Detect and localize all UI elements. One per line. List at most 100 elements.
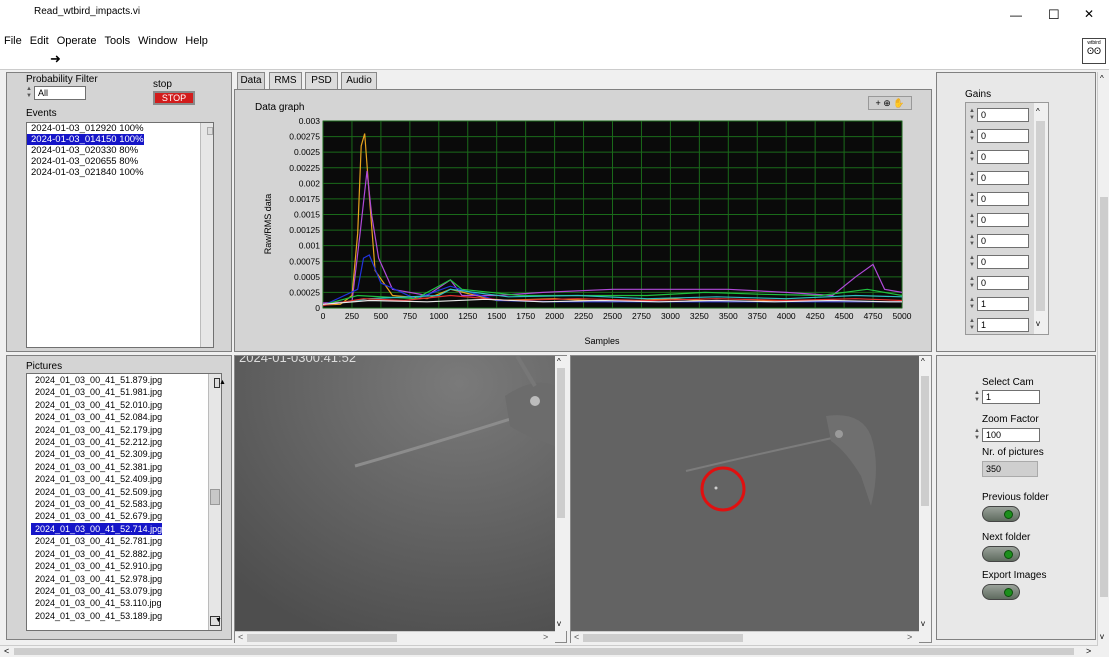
- maximize-button[interactable]: ☐: [1048, 7, 1060, 23]
- pictures-scrollbar[interactable]: ▲ ▼: [208, 374, 226, 630]
- list-item[interactable]: 2024_01_03_00_41_52.583.jpg: [31, 498, 221, 510]
- list-item[interactable]: 2024-01-03_014150 100%: [27, 134, 144, 145]
- menu-help[interactable]: Help: [185, 34, 208, 49]
- menu-edit[interactable]: Edit: [30, 34, 49, 49]
- list-item[interactable]: 2024_01_03_00_41_52.381.jpg: [31, 461, 221, 473]
- image-2-hscroll[interactable]: < >: [571, 631, 919, 643]
- list-item[interactable]: 2024_01_03_00_41_51.879.jpg: [31, 374, 221, 386]
- gain-spinner-icon[interactable]: ▲ ▼: [968, 129, 976, 143]
- gain-input[interactable]: 0: [977, 192, 1029, 206]
- graph-palette[interactable]: + ⊕ ✋: [868, 96, 912, 110]
- pan-tool-icon[interactable]: ✋: [893, 98, 904, 108]
- gain-input[interactable]: 0: [977, 129, 1029, 143]
- scroll-thumb[interactable]: [557, 368, 565, 518]
- stop-button[interactable]: STOP: [153, 91, 195, 105]
- scroll-thumb[interactable]: [921, 376, 929, 506]
- run-arrow-icon[interactable]: ➜: [50, 51, 61, 67]
- select-cam-input[interactable]: 1: [982, 390, 1040, 404]
- list-item[interactable]: 2024_01_03_00_41_52.010.jpg: [31, 399, 221, 411]
- scroll-up-icon[interactable]: ▲: [214, 378, 226, 388]
- scroll-left-icon[interactable]: <: [4, 646, 9, 656]
- list-item[interactable]: 2024_01_03_00_41_52.714.jpg: [31, 522, 163, 536]
- gain-input[interactable]: 0: [977, 234, 1029, 248]
- scroll-right-icon[interactable]: >: [1086, 646, 1091, 656]
- gain-spinner-icon[interactable]: ▲ ▼: [968, 150, 976, 164]
- list-item[interactable]: 2024_01_03_00_41_51.981.jpg: [31, 386, 221, 398]
- close-button[interactable]: ✕: [1084, 7, 1094, 21]
- scroll-thumb[interactable]: [247, 634, 397, 642]
- menu-operate[interactable]: Operate: [57, 34, 97, 49]
- cam-spinner-icon[interactable]: ▲ ▼: [973, 390, 981, 404]
- menu-window[interactable]: Window: [138, 34, 177, 49]
- filter-spinner-icon[interactable]: ▲ ▼: [25, 86, 33, 100]
- gain-spinner-icon[interactable]: ▲ ▼: [968, 318, 976, 332]
- scroll-up-icon[interactable]: [207, 127, 213, 135]
- window-vscroll[interactable]: ^ v: [1097, 72, 1109, 646]
- list-item[interactable]: 2024_01_03_00_41_52.409.jpg: [31, 473, 221, 485]
- gain-input[interactable]: 0: [977, 276, 1029, 290]
- scroll-left-icon[interactable]: <: [238, 632, 243, 642]
- list-item[interactable]: 2024_01_03_00_41_53.079.jpg: [31, 585, 221, 597]
- list-item[interactable]: 2024_01_03_00_41_52.309.jpg: [31, 448, 221, 460]
- list-item[interactable]: 2024_01_03_00_41_52.910.jpg: [31, 560, 221, 572]
- gain-spinner-icon[interactable]: ▲ ▼: [968, 171, 976, 185]
- list-item[interactable]: 2024_01_03_00_41_52.679.jpg: [31, 510, 221, 522]
- list-item[interactable]: 2024_01_03_00_41_52.212.jpg: [31, 436, 221, 448]
- scroll-left-icon[interactable]: <: [574, 632, 579, 642]
- scroll-down-icon[interactable]: v: [1036, 319, 1040, 328]
- scroll-down-icon[interactable]: ▼: [210, 616, 222, 626]
- tab-psd[interactable]: PSD: [305, 72, 338, 89]
- list-item[interactable]: 2024_01_03_00_41_52.882.jpg: [31, 548, 221, 560]
- gain-spinner-icon[interactable]: ▲ ▼: [968, 108, 976, 122]
- tab-data[interactable]: Data: [237, 72, 265, 89]
- scroll-up-icon[interactable]: ^: [1036, 107, 1040, 116]
- zoom-tool-icon[interactable]: ⊕: [883, 98, 891, 108]
- list-item[interactable]: 2024-01-03_012920 100%: [27, 123, 213, 134]
- list-item[interactable]: 2024_01_03_00_41_52.978.jpg: [31, 573, 221, 585]
- list-item[interactable]: 2024_01_03_00_41_52.781.jpg: [31, 535, 221, 547]
- next-folder-button[interactable]: [982, 546, 1020, 562]
- list-item[interactable]: 2024_01_03_00_41_52.084.jpg: [31, 411, 221, 423]
- camera-image-1[interactable]: 2024-01-0300:41:52: [235, 356, 555, 631]
- image-2-vscroll[interactable]: ^ v: [919, 356, 931, 631]
- list-item[interactable]: 2024_01_03_00_41_53.189.jpg: [31, 610, 221, 622]
- gain-input[interactable]: 0: [977, 213, 1029, 227]
- scroll-down-icon[interactable]: v: [921, 619, 925, 628]
- list-item[interactable]: 2024_01_03_00_41_52.509.jpg: [31, 486, 221, 498]
- tab-rms[interactable]: RMS: [269, 72, 302, 89]
- gain-input[interactable]: 0: [977, 255, 1029, 269]
- scroll-thumb[interactable]: [1100, 197, 1108, 597]
- gain-spinner-icon[interactable]: ▲ ▼: [968, 297, 976, 311]
- events-scrollbar[interactable]: [200, 123, 213, 347]
- data-graph[interactable]: Raw/RMS data Samples 0 250 500 750 1000 1250 1…: [235, 114, 931, 351]
- list-item[interactable]: 2024-01-03_020330 80%: [27, 145, 213, 156]
- list-item[interactable]: 2024-01-03_020655 80%: [27, 156, 213, 167]
- tab-audio[interactable]: Audio: [341, 72, 377, 89]
- pictures-list[interactable]: 2024_01_03_00_41_51.879.jpg 2024_01_03_00…: [26, 373, 226, 631]
- export-images-button[interactable]: [982, 584, 1020, 600]
- zoom-factor-input[interactable]: 100: [982, 428, 1040, 442]
- scroll-thumb[interactable]: [14, 648, 1074, 655]
- gain-input[interactable]: 0: [977, 150, 1029, 164]
- cursor-tool-icon[interactable]: +: [875, 98, 880, 108]
- image-1-vscroll[interactable]: ^ v: [555, 356, 567, 631]
- gain-input[interactable]: 1: [977, 318, 1029, 332]
- scroll-thumb[interactable]: [583, 634, 743, 642]
- gain-spinner-icon[interactable]: ▲ ▼: [968, 192, 976, 206]
- gain-spinner-icon[interactable]: ▲ ▼: [968, 213, 976, 227]
- window-hscroll[interactable]: < >: [0, 645, 1097, 657]
- menu-file[interactable]: File: [4, 34, 22, 49]
- scroll-thumb[interactable]: [1036, 121, 1045, 311]
- probability-filter-value[interactable]: All: [34, 86, 86, 100]
- zoom-spinner-icon[interactable]: ▲ ▼: [973, 428, 981, 442]
- scroll-up-icon[interactable]: ^: [1100, 74, 1104, 83]
- gain-spinner-icon[interactable]: ▲ ▼: [968, 234, 976, 248]
- events-list[interactable]: 2024-01-03_012920 100% 2024-01-03_014150…: [26, 122, 214, 348]
- gain-input[interactable]: 1: [977, 297, 1029, 311]
- scroll-up-icon[interactable]: ^: [557, 357, 561, 366]
- camera-image-2[interactable]: [571, 356, 919, 631]
- list-item[interactable]: 2024_01_03_00_41_53.110.jpg: [31, 597, 221, 609]
- menu-tools[interactable]: Tools: [104, 34, 130, 49]
- previous-folder-button[interactable]: [982, 506, 1020, 522]
- image-1-hscroll[interactable]: < >: [235, 631, 555, 643]
